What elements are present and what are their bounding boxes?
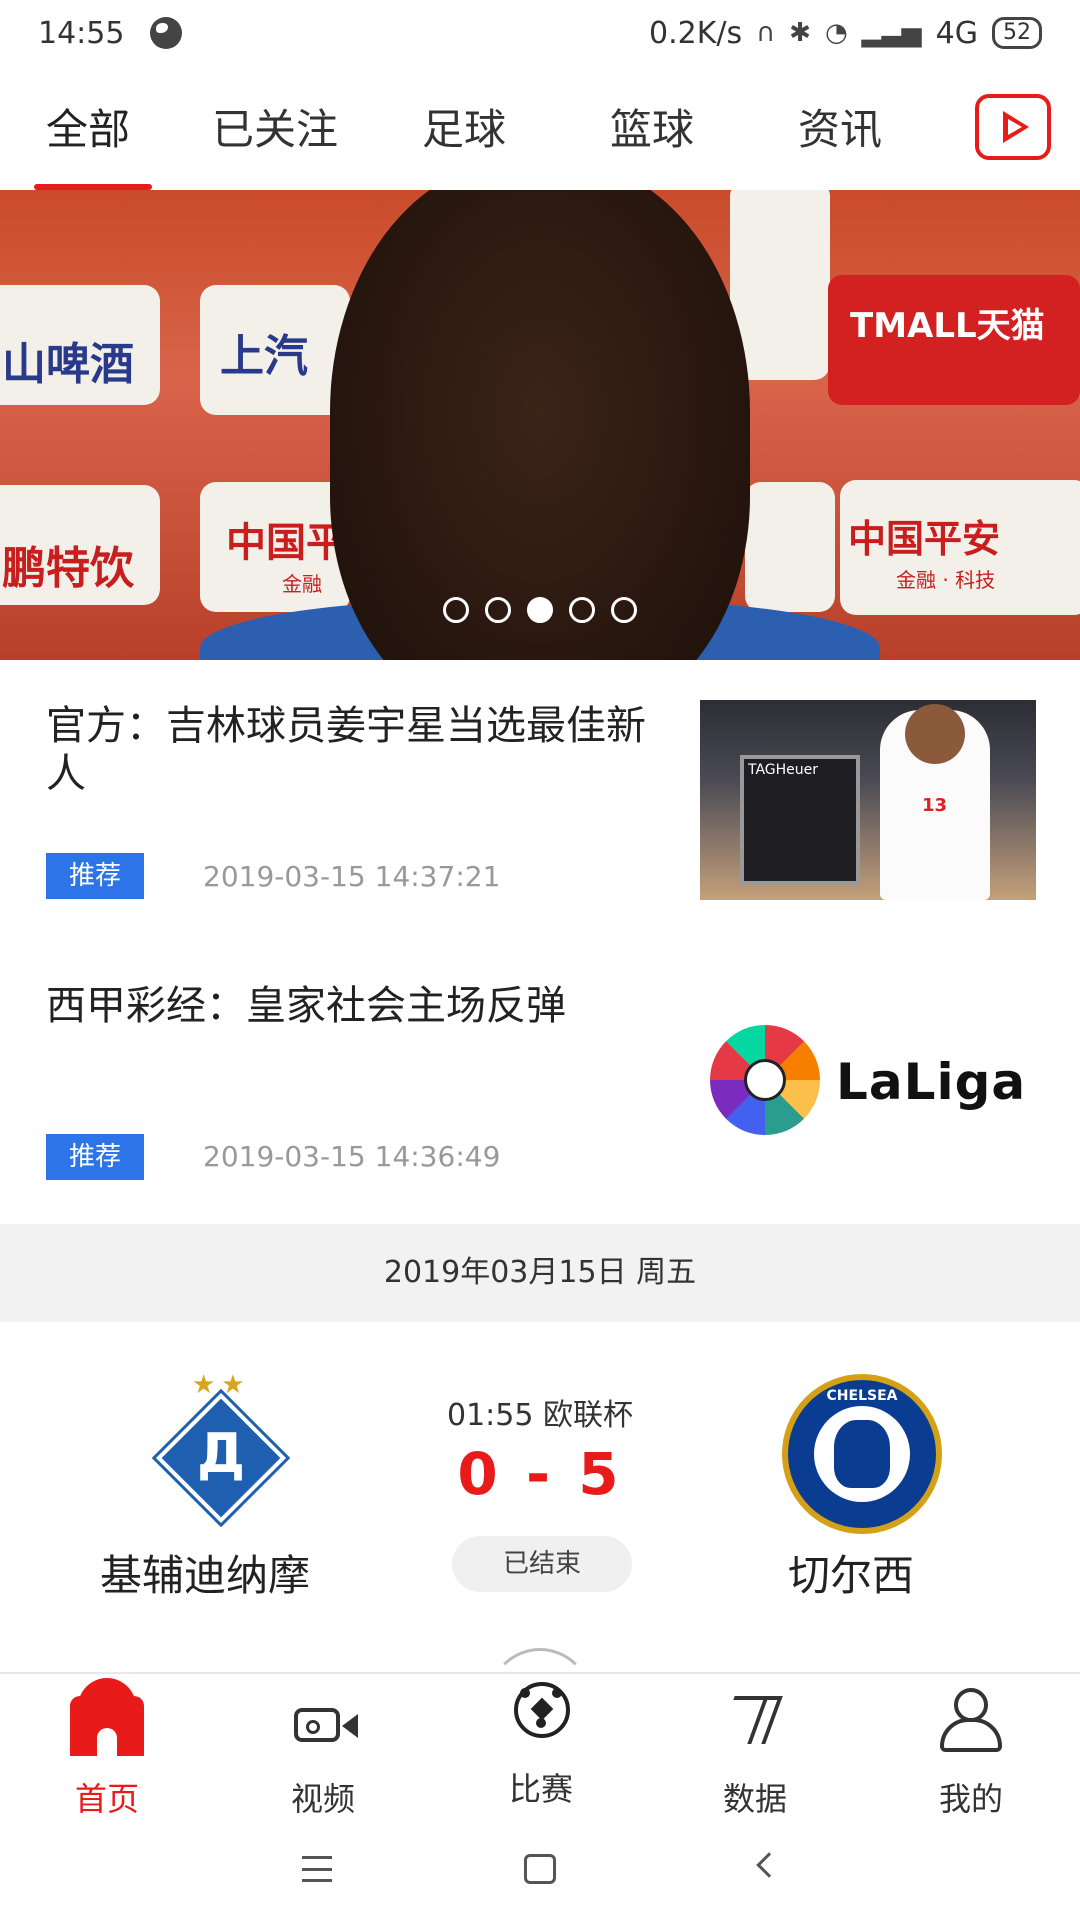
nav-data-label: 数据 xyxy=(722,1780,787,1818)
carousel-dot[interactable] xyxy=(443,597,469,623)
data-icon xyxy=(717,1690,786,1750)
nav-home-label: 首页 xyxy=(74,1780,139,1818)
tab-followed[interactable]: 已关注 xyxy=(212,96,338,157)
play-tv-icon[interactable] xyxy=(975,94,1051,160)
news-title: 西甲彩经：皇家社会主场反弹 xyxy=(46,983,566,1029)
chelsea-crest-text: CHELSEA xyxy=(826,1388,898,1404)
carousel-dot[interactable] xyxy=(569,597,595,623)
news-title: 官方：吉林球员姜宇星当选最佳新人 xyxy=(46,703,646,797)
ad-text: 中国平安 xyxy=(848,517,1001,561)
ad-text: 上汽 xyxy=(220,331,308,382)
ad-subtext: 金融 · 科技 xyxy=(896,568,996,592)
tab-news[interactable]: 资讯 xyxy=(798,96,882,157)
ad-subtext: 金融 xyxy=(282,572,322,596)
carousel-indicator xyxy=(0,597,1080,623)
bottom-nav: 首页 视频 比赛 数据 我的 xyxy=(0,1648,1080,1824)
ad-text: 鹏特饮 xyxy=(2,543,134,594)
nav-data[interactable]: 数据 xyxy=(680,1674,830,1824)
tab-basketball[interactable]: 篮球 xyxy=(610,96,694,157)
app-page: 14:55 0.2K/s ∩ ✱ ◔ ▂▃▅ 4G 52 全部 已关注 足球 篮… xyxy=(0,0,1080,1920)
nav-match[interactable]: 比赛 xyxy=(466,1674,616,1824)
top-tab-bar: 全部 已关注 足球 篮球 资讯 xyxy=(0,88,1080,190)
nav-profile[interactable]: 我的 xyxy=(896,1674,1046,1824)
player-head xyxy=(905,704,965,764)
news-time: 2019-03-15 14:37:21 xyxy=(203,860,501,893)
signal-label: 4G xyxy=(935,15,978,51)
nav-video-label: 视频 xyxy=(290,1780,355,1818)
menu-icon[interactable] xyxy=(302,1856,332,1882)
headphone-icon: ∩ xyxy=(756,18,776,48)
match-date-header: 2019年03月15日 周五 xyxy=(0,1224,1080,1322)
nav-profile-label: 我的 xyxy=(938,1780,1003,1818)
jersey-number: 13 xyxy=(922,795,948,816)
network-speed: 0.2K/s xyxy=(649,15,743,51)
signal-icon: ▂▃▅ xyxy=(861,18,922,48)
system-nav-bar xyxy=(0,1824,1080,1920)
carousel-dot[interactable] xyxy=(485,597,511,623)
nav-home[interactable]: 首页 xyxy=(32,1674,182,1824)
ad-board xyxy=(730,190,830,380)
match-card[interactable]: ★★ Д 基辅迪纳摩 01:55 欧联杯 0 - 5 已结束 CHELSEA 切… xyxy=(0,1322,1080,1672)
news-tag: 推荐 xyxy=(46,853,144,899)
laliga-wordmark: LaLiga xyxy=(836,1053,1027,1111)
lion-icon xyxy=(834,1420,890,1488)
football-icon xyxy=(514,1682,570,1738)
news-tag: 推荐 xyxy=(46,1134,144,1180)
football-icon xyxy=(744,1059,786,1101)
video-icon xyxy=(294,1708,340,1742)
back-icon[interactable] xyxy=(756,1852,782,1878)
ad-text: TMALL天猫 xyxy=(850,306,1045,346)
laliga-logo[interactable]: LaLiga xyxy=(710,1025,1040,1135)
carousel-dot-active[interactable] xyxy=(527,597,553,623)
tab-football[interactable]: 足球 xyxy=(422,96,506,157)
bluetooth-icon: ✱ xyxy=(789,18,811,48)
nav-match-label: 比赛 xyxy=(508,1770,573,1808)
ad-text: 中国平 xyxy=(226,520,346,566)
away-team-name: 切尔西 xyxy=(788,1551,915,1600)
user-icon xyxy=(940,1688,1002,1754)
match-status-badge: 已结束 xyxy=(452,1536,632,1592)
nav-video[interactable]: 视频 xyxy=(248,1674,398,1824)
status-time: 14:55 xyxy=(38,15,125,51)
chelsea-crest: CHELSEA xyxy=(782,1374,942,1534)
home-square-icon[interactable] xyxy=(524,1854,556,1884)
status-bar: 14:55 0.2K/s ∩ ✱ ◔ ▂▃▅ 4G 52 xyxy=(0,0,1080,66)
banner-carousel[interactable]: 山啤酒 鹏特饮 上汽 中国平 金融 euer TMALL天猫 中国平安 金融 ·… xyxy=(0,190,1080,660)
ad-board xyxy=(745,482,835,612)
ad-text: 山啤酒 xyxy=(2,339,134,390)
news-thumbnail[interactable]: TAGHeuer 13 xyxy=(700,700,1036,900)
tab-all[interactable]: 全部 xyxy=(46,96,130,157)
news-time: 2019-03-15 14:36:49 xyxy=(203,1140,501,1173)
player-face xyxy=(330,190,750,660)
globe-icon xyxy=(150,17,183,49)
home-icon xyxy=(70,1678,144,1756)
battery-icon: 52 xyxy=(992,17,1042,49)
home-team-name: 基辅迪纳摩 xyxy=(100,1551,311,1600)
alarm-icon: ◔ xyxy=(824,18,848,48)
carousel-dot[interactable] xyxy=(611,597,637,623)
thumb-brand: TAGHeuer xyxy=(748,762,819,778)
